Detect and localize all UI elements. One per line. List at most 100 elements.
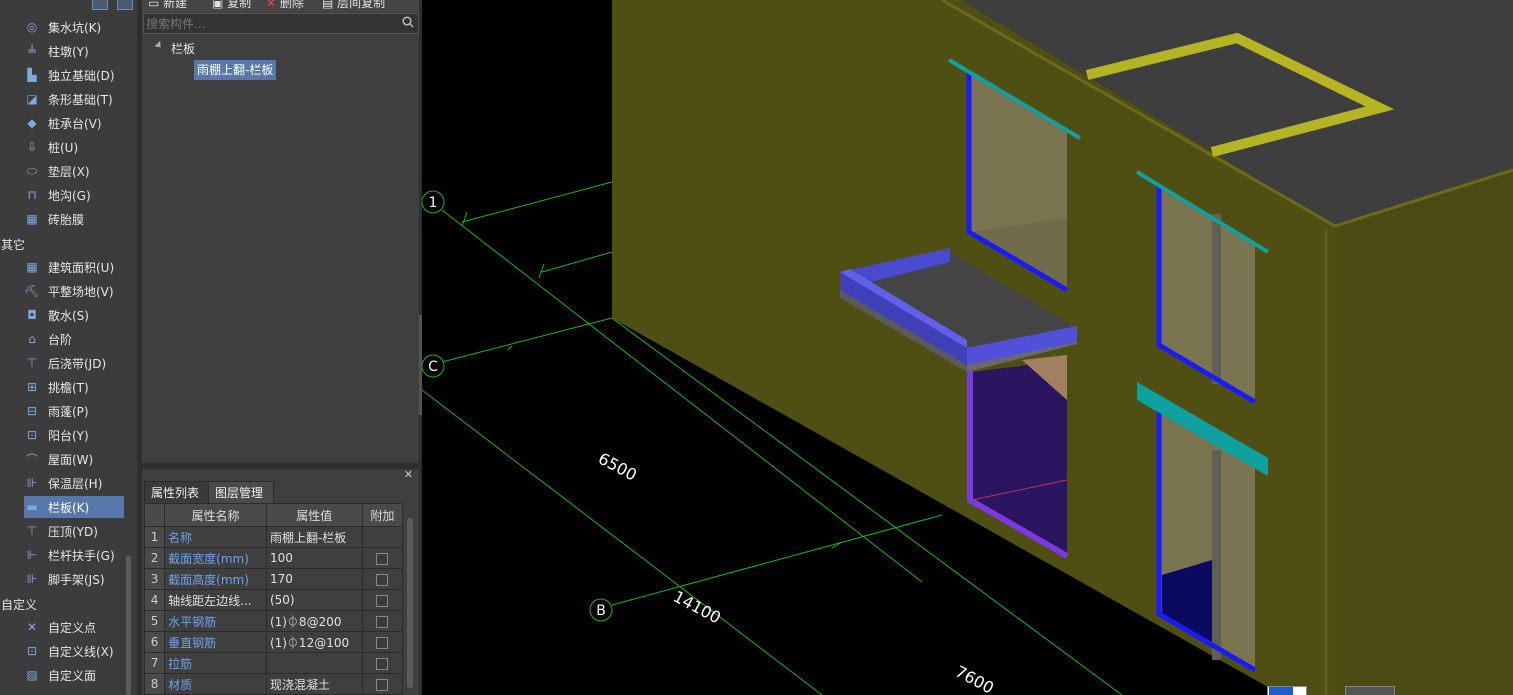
nav-item[interactable]: ⌂ 台阶 [0,328,124,350]
nav-item-label: 柱墩(Y) [48,45,89,59]
nav-item[interactable]: ⊩ 栏杆扶手(G) [0,544,124,566]
nav-item[interactable]: ▬ 栏板(K) [24,496,124,518]
property-header-row: 属性名称 属性值 附加 [143,503,404,527]
coordinate-input-secondary[interactable] [1345,686,1395,695]
delete-button[interactable]: ✕ 删除 [266,0,304,11]
tree-item-selected[interactable]: 雨棚上翻-栏板 [194,60,277,80]
property-scrollbar[interactable] [407,518,413,688]
axis-label-c: C [428,359,438,375]
grid-line [441,317,613,363]
window-mullion [1212,214,1221,384]
sump-icon: ◎ [26,20,38,34]
nav-item-label: 栏杆扶手(G) [48,549,115,563]
nav-item[interactable]: ◘ 散水(S) [0,304,124,326]
nav-scrollbar[interactable] [126,556,131,695]
nav-item[interactable]: ◎ 集水坑(K) [0,16,124,38]
new-button[interactable]: ▭ 新建 [148,0,187,11]
insulation-icon: ⊪ [26,476,38,490]
railing-icon: ⊩ [26,548,38,562]
scene-svg[interactable]: 1 C B 6500 14100 7600 [422,0,1513,695]
search-input[interactable] [146,14,391,33]
list-view-icon[interactable] [92,0,108,10]
extra-checkbox[interactable] [376,657,389,670]
search-icon[interactable] [402,16,414,28]
property-value[interactable]: 100 [265,547,363,569]
nav-item[interactable]: ⊞ 挑檐(T) [0,376,124,398]
nav-item[interactable]: ⊪ 脚手架(JS) [0,568,124,590]
canopy-icon: ⊟ [26,404,38,418]
grid-line [541,251,613,273]
property-row[interactable]: 1 名称 雨棚上翻-栏板 [143,526,404,548]
window-mullion [1212,450,1221,660]
tree-expand-icon[interactable] [154,40,164,51]
tree-root-label[interactable]: 栏板 [171,40,195,57]
nav-item[interactable]: ◪ 条形基础(T) [0,88,124,110]
nav-item[interactable]: ▙ 独立基础(D) [0,64,124,86]
extra-checkbox[interactable] [376,594,389,607]
nav-item[interactable]: ⊡ 阳台(Y) [0,424,124,446]
nav-item[interactable]: ⌒ 屋面(W) [0,448,124,470]
extra-checkbox[interactable] [376,573,389,586]
extra-checkbox[interactable] [376,552,389,565]
nav-group-other[interactable]: 其它 [1,236,25,253]
property-value[interactable]: (50) [265,589,363,611]
extra-checkbox[interactable] [376,636,389,649]
nav-item-label: 自定义点 [48,621,97,635]
grid-line [461,181,613,223]
nav-item[interactable]: ⊪ 保温层(H) [0,472,124,494]
property-value[interactable] [265,652,363,674]
nav-item[interactable]: ⬭ 垫层(X) [0,160,124,182]
property-value[interactable]: (1)⏀8@200 [265,610,363,632]
close-icon[interactable]: ✕ [404,468,413,481]
component-toolbar: ▭ 新建 ▣ 复制 ✕ 删除 ▤ 层间复制 [142,0,419,12]
property-value[interactable]: 雨棚上翻-栏板 [265,526,363,548]
coordinate-input[interactable] [1267,686,1307,695]
building-model[interactable] [612,0,1513,695]
nav-group-custom[interactable]: 自定义 [1,596,37,613]
3d-viewport[interactable]: 1 C B 6500 14100 7600 [422,0,1513,695]
panel-splitter[interactable] [142,463,419,469]
nav-item[interactable]: ╧ 柱墩(Y) [0,40,124,62]
floor-copy-button[interactable]: ▤ 层间复制 [322,0,385,11]
extra-cell [361,631,404,653]
extra-checkbox[interactable] [376,678,389,691]
nav-item-label: 散水(S) [48,309,89,323]
nav-item[interactable]: ⊡ 自定义线(X) [0,640,124,662]
extra-checkbox[interactable] [376,615,389,628]
nav-item[interactable]: ▦ 建筑面积(U) [0,256,124,278]
property-value[interactable]: (1)⏀12@100 [265,631,363,653]
property-row[interactable]: 2 截面宽度(mm) 100 [143,547,404,569]
nav-item[interactable]: ▦ 砖胎膜 [0,208,124,230]
property-row[interactable]: 5 水平钢筋 (1)⏀8@200 [143,610,404,632]
tab-layer-management[interactable]: 图层管理 [208,481,274,505]
property-row[interactable]: 4 轴线距左边线... (50) [143,589,404,611]
property-name: 拉筋 [164,652,267,674]
nav-item[interactable]: ⊤ 压顶(YD) [0,520,124,542]
axis-label-b: B [596,603,606,619]
nav-item[interactable]: ⛏ 平整场地(V) [0,280,124,302]
row-number: 2 [143,547,166,569]
tab-property-list[interactable]: 属性列表 [144,481,210,505]
nav-item[interactable]: ⊓ 地沟(G) [0,184,124,206]
nav-item[interactable]: ⊟ 雨蓬(P) [0,400,124,422]
nav-item[interactable]: ⊤ 后浇带(JD) [0,352,124,374]
nav-item[interactable]: ◆ 桩承台(V) [0,112,124,134]
extra-cell [361,610,404,632]
property-value[interactable]: 现浇混凝土 [265,673,363,695]
property-value[interactable]: 170 [265,568,363,590]
grid-view-icon[interactable] [117,0,133,10]
nav-item[interactable]: ▨ 自定义面 [0,664,124,686]
isolated-footing-icon: ▙ [27,68,37,82]
property-row[interactable]: 7 拉筋 [143,652,404,674]
nav-item[interactable]: ✕ 自定义点 [0,616,124,638]
row-number: 4 [143,589,166,611]
property-row[interactable]: 3 截面高度(mm) 170 [143,568,404,590]
nav-item-label: 垫层(X) [48,165,90,179]
copy-button[interactable]: ▣ 复制 [212,0,251,11]
tick-mark [461,211,468,227]
property-row[interactable]: 6 垂直钢筋 (1)⏀12@100 [143,631,404,653]
property-row[interactable]: 8 材质 现浇混凝土 [143,673,404,695]
axis-bubbles: 1 C B [422,190,613,622]
nav-item[interactable]: ⇩ 桩(U) [0,136,124,158]
strip-footing-icon: ◪ [26,92,38,106]
